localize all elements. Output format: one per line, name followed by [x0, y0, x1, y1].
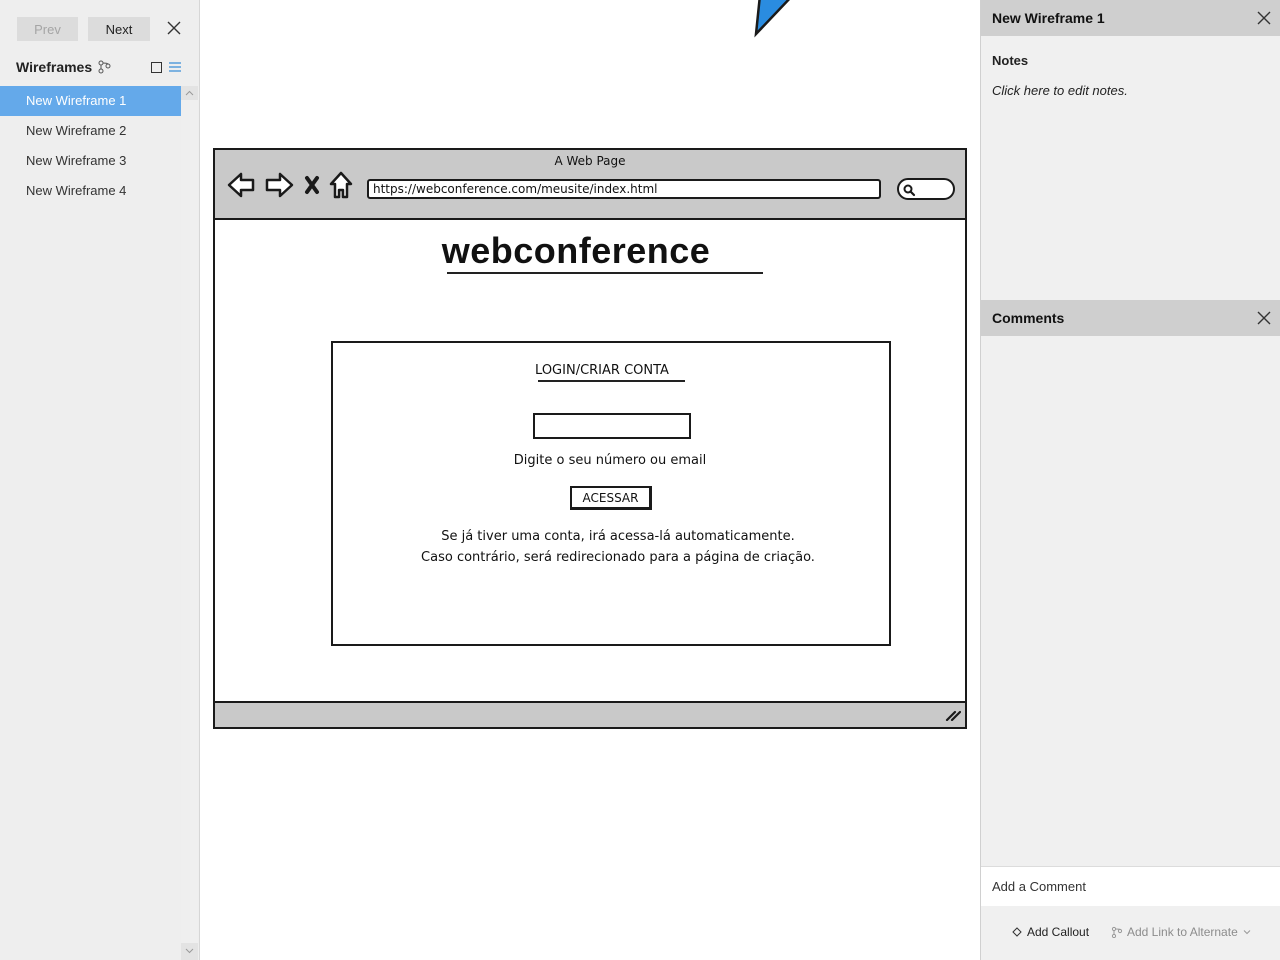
- wireframe-item[interactable]: New Wireframe 4: [0, 176, 181, 206]
- login-input-caption: Digite o seu número ou email: [513, 453, 707, 468]
- resize-grip-icon: [945, 710, 961, 721]
- grid-view-icon[interactable]: [151, 62, 162, 73]
- wireframe-item[interactable]: New Wireframe 1: [0, 86, 181, 116]
- notes-editor[interactable]: Click here to edit notes.: [992, 83, 1128, 98]
- forward-arrow-icon: [265, 172, 294, 198]
- add-callout-button[interactable]: Add Callout: [1011, 925, 1089, 939]
- wireframe-canvas[interactable]: A Web Page https://webconference.com/meu…: [200, 0, 980, 960]
- access-button[interactable]: ACESSAR: [570, 486, 652, 510]
- wireframes-header: Wireframes: [16, 59, 112, 75]
- site-title-underline: [447, 272, 763, 274]
- wireframes-panel: Prev Next Wireframes New Wireframe 1 New…: [0, 0, 200, 960]
- wireframe-list-scrollbar[interactable]: [181, 86, 198, 960]
- login-info-line: Se já tiver uma conta, irá acessa-lá aut…: [441, 529, 795, 544]
- add-callout-label: Add Callout: [1027, 925, 1090, 939]
- scroll-up-icon[interactable]: [185, 89, 194, 98]
- comments-title: Comments: [992, 310, 1065, 326]
- login-info-line: Caso contrário, será redirecionado para …: [421, 550, 815, 565]
- close-icon[interactable]: [165, 19, 183, 37]
- wireframe-item[interactable]: New Wireframe 2: [0, 116, 181, 146]
- browser-title: A Web Page: [554, 154, 626, 168]
- wireframes-title: Wireframes: [16, 59, 93, 75]
- notes-label: Notes: [992, 53, 1029, 68]
- scroll-thumb[interactable]: [181, 100, 198, 943]
- browser-window-mockup[interactable]: A Web Page https://webconference.com/meu…: [213, 148, 967, 729]
- comments-header: Comments: [981, 300, 1280, 336]
- login-panel: LOGIN/CRIAR CONTA Digite o seu número ou…: [331, 341, 891, 646]
- list-view-icon[interactable]: [169, 61, 181, 73]
- login-input[interactable]: [533, 413, 691, 439]
- add-link-button[interactable]: Add Link to Alternate: [1111, 925, 1256, 939]
- close-icon[interactable]: [1257, 311, 1271, 325]
- url-bar[interactable]: https://webconference.com/meusite/index.…: [367, 179, 881, 199]
- browser-toolbar: A Web Page https://webconference.com/meu…: [215, 150, 965, 220]
- chevron-down-icon: [1243, 930, 1251, 935]
- close-icon[interactable]: [1257, 11, 1271, 25]
- prev-button[interactable]: Prev: [17, 17, 78, 41]
- branch-icon[interactable]: [98, 60, 112, 74]
- stop-icon: [305, 176, 319, 194]
- callout-icon: [1012, 927, 1022, 937]
- add-comment-field[interactable]: Add a Comment: [981, 866, 1280, 906]
- properties-panel: New Wireframe 1 Notes Click here to edit…: [980, 0, 1280, 960]
- wireframe-title: New Wireframe 1: [992, 10, 1105, 26]
- browser-status-bar: [215, 701, 965, 727]
- wireframe-item[interactable]: New Wireframe 3: [0, 146, 181, 176]
- home-icon: [329, 171, 353, 199]
- browser-nav-icons: [227, 171, 353, 199]
- branch-icon: [1111, 926, 1123, 938]
- add-link-label: Add Link to Alternate: [1127, 925, 1238, 939]
- wireframe-header: New Wireframe 1: [981, 0, 1280, 36]
- login-heading-underline: [538, 380, 685, 382]
- next-button[interactable]: Next: [88, 17, 150, 41]
- arrow-shape-icon[interactable]: [753, 0, 813, 40]
- site-title: webconference: [441, 230, 711, 271]
- wireframe-list: New Wireframe 1 New Wireframe 2 New Wire…: [0, 86, 181, 206]
- comment-actions: Add Callout Add Link to Alternate: [981, 906, 1280, 960]
- back-arrow-icon: [227, 172, 255, 198]
- login-heading: LOGIN/CRIAR CONTA: [535, 363, 669, 378]
- browser-search-field[interactable]: [897, 178, 955, 200]
- scroll-down-icon[interactable]: [185, 946, 194, 955]
- search-icon: [903, 184, 916, 197]
